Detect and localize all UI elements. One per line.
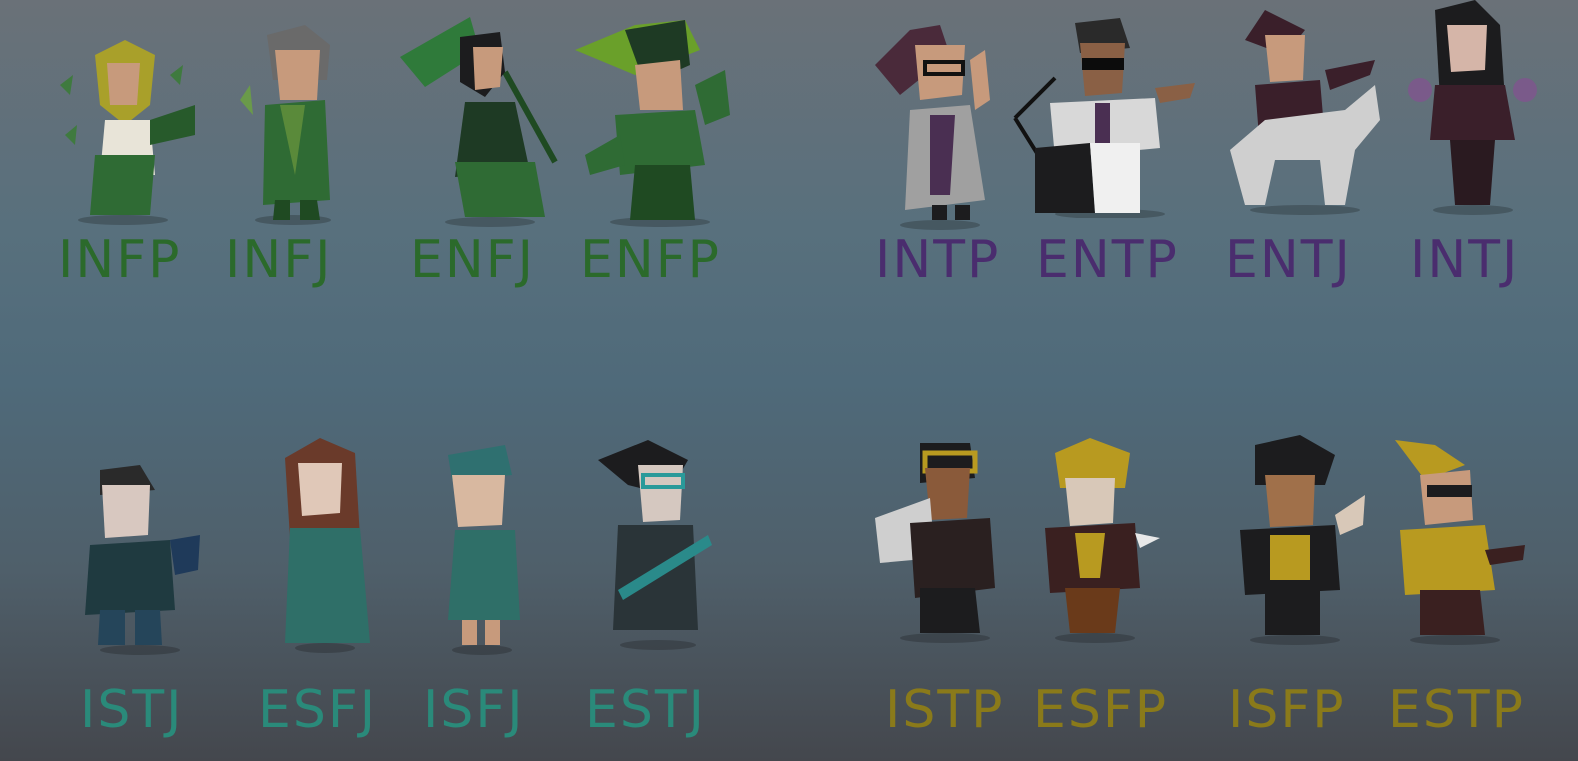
type-label-enfp: ENFP	[580, 230, 722, 290]
type-label-infp: INFP	[58, 230, 182, 290]
estj-character	[598, 440, 713, 650]
istp-character	[875, 438, 1010, 643]
infp-character	[55, 35, 200, 225]
type-label-esfp: ESFP	[1033, 680, 1169, 740]
intp-character	[870, 20, 1005, 230]
type-label-istp: ISTP	[885, 680, 1005, 740]
isfj-character	[440, 445, 525, 655]
type-label-esfj: ESFJ	[258, 680, 378, 740]
type-label-isfj: ISFJ	[423, 680, 525, 740]
isfp-character	[1225, 435, 1370, 645]
estp-character	[1385, 440, 1530, 645]
entj-character	[1225, 0, 1385, 215]
type-label-entj: ENTJ	[1225, 230, 1352, 290]
entp-character	[1010, 18, 1200, 218]
enfj-character	[395, 12, 565, 227]
type-label-istj: ISTJ	[80, 680, 184, 740]
type-label-isfp: ISFP	[1228, 680, 1346, 740]
type-label-intp: INTP	[875, 230, 1001, 290]
esfp-character	[1035, 438, 1160, 643]
type-label-entp: ENTP	[1036, 230, 1179, 290]
type-label-estj: ESTJ	[585, 680, 706, 740]
enfp-character	[575, 15, 735, 227]
type-label-enfj: ENFJ	[410, 230, 535, 290]
istj-character	[80, 460, 200, 655]
intj-character	[1405, 0, 1540, 215]
type-label-intj: INTJ	[1410, 230, 1520, 290]
type-label-estp: ESTP	[1388, 680, 1525, 740]
infj-character	[235, 25, 350, 225]
esfj-character	[280, 438, 370, 653]
type-label-infj: INFJ	[225, 230, 333, 290]
